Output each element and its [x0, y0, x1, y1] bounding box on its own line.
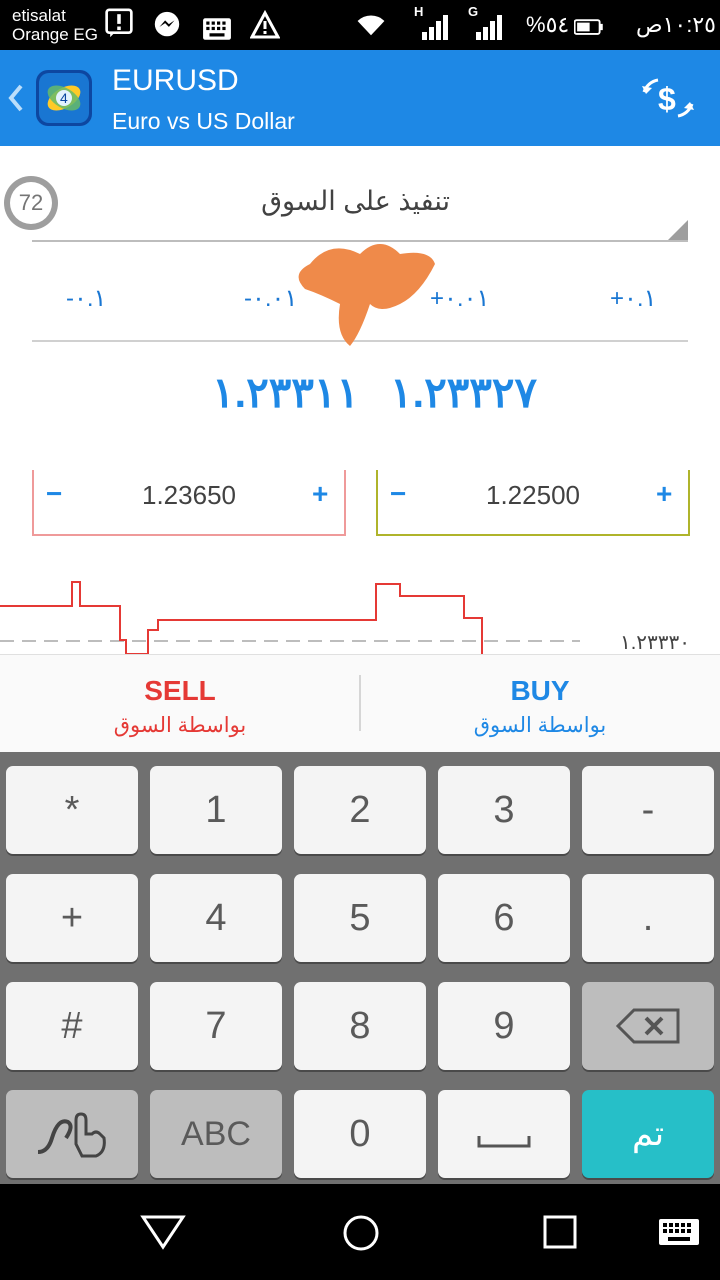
- key-8[interactable]: 8: [294, 982, 426, 1070]
- key-7[interactable]: 7: [150, 982, 282, 1070]
- handwriting-icon: [37, 1112, 106, 1158]
- key-space[interactable]: [438, 1090, 570, 1178]
- dollar-exchange-icon[interactable]: $: [640, 76, 696, 120]
- app-bar: 4 EURUSD Euro vs US Dollar $: [0, 50, 720, 146]
- stop-loss-plus-button[interactable]: +: [312, 478, 328, 510]
- dropdown-corner-icon: [668, 220, 688, 240]
- carrier-line1: etisalat: [12, 6, 66, 25]
- warning-icon: [250, 10, 280, 39]
- buy-label: BUY: [510, 675, 570, 706]
- sell-button[interactable]: SELL بواسطة السوق: [0, 655, 360, 753]
- signal-icon-2: [476, 15, 502, 40]
- volume-minus-big-button[interactable]: -٠.١: [66, 284, 106, 313]
- key-1[interactable]: 1: [150, 766, 282, 854]
- status-bar: etisalat Orange EG H G %٥٤ ١٠:٢٥ص: [0, 0, 720, 50]
- stop-loss-field: − 1.23650 +: [32, 470, 346, 536]
- key-backspace[interactable]: [582, 982, 714, 1070]
- buy-sub-label: بواسطة السوق: [473, 714, 607, 737]
- alert-icon: [105, 8, 133, 38]
- triangle-back-icon[interactable]: [140, 1214, 186, 1250]
- svg-text:$: $: [658, 81, 676, 117]
- take-profit-value[interactable]: 1.22500: [378, 480, 688, 511]
- price-chart: ١.٢٣٣٣٠: [0, 560, 720, 654]
- keyboard-status-icon: [203, 18, 231, 40]
- navigation-bar: [0, 1184, 720, 1280]
- backspace-icon: [615, 1008, 680, 1044]
- key-4[interactable]: 4: [150, 874, 282, 962]
- wifi-icon: [357, 15, 385, 36]
- order-type-select[interactable]: تنفيذ على السوق: [32, 182, 688, 242]
- carrier-line2: Orange EG: [12, 25, 98, 44]
- chart-price-label: ١.٢٣٣٣٠: [620, 632, 691, 654]
- price-line: [0, 581, 483, 654]
- stop-loss-value[interactable]: 1.23650: [34, 480, 344, 511]
- volume-plus-big-button[interactable]: +٠.١: [610, 284, 656, 313]
- take-profit-field: − 1.22500 +: [376, 470, 690, 536]
- key-9[interactable]: 9: [438, 982, 570, 1070]
- battery-icon: [574, 19, 603, 35]
- volume-plus-small-button[interactable]: +٠.٠١: [430, 284, 489, 313]
- circle-home-icon[interactable]: [342, 1214, 380, 1252]
- key-asterisk[interactable]: *: [6, 766, 138, 854]
- key-abc[interactable]: ABC: [150, 1090, 282, 1178]
- carrier-info: etisalat Orange EG: [12, 6, 98, 44]
- take-profit-plus-button[interactable]: +: [656, 478, 672, 510]
- key-hash[interactable]: #: [6, 982, 138, 1070]
- volume-stepper: -٠.١ -٠.٠١ +٠.٠١ +٠.١: [32, 244, 688, 346]
- battery-percent: %٥٤: [526, 12, 570, 37]
- key-6[interactable]: 6: [438, 874, 570, 962]
- scribble-overlay: [298, 244, 435, 346]
- keyboard-icon[interactable]: [658, 1218, 700, 1246]
- key-plus[interactable]: +: [6, 874, 138, 962]
- key-handwriting[interactable]: [6, 1090, 138, 1178]
- key-0[interactable]: 0: [294, 1090, 426, 1178]
- key-done[interactable]: تم: [582, 1090, 714, 1178]
- chart-svg: [0, 581, 580, 654]
- symbol-title: EURUSD: [112, 64, 239, 97]
- key-2[interactable]: 2: [294, 766, 426, 854]
- key-5[interactable]: 5: [294, 874, 426, 962]
- numeric-keyboard: * 1 2 3 - + 4 5 6 . # 7 8 9 ABC 0 تم: [0, 752, 720, 1184]
- key-minus[interactable]: -: [582, 766, 714, 854]
- metatrader-logo-icon[interactable]: 4: [34, 68, 94, 128]
- buy-button[interactable]: BUY بواسطة السوق: [360, 655, 720, 753]
- order-type-label: تنفيذ على السوق: [261, 186, 450, 216]
- svg-text:4: 4: [60, 90, 68, 106]
- signal-icon-1: [422, 15, 448, 40]
- trade-bar: SELL بواسطة السوق BUY بواسطة السوق: [0, 654, 720, 753]
- sell-label: SELL: [144, 675, 216, 706]
- sell-sub-label: بواسطة السوق: [113, 714, 247, 737]
- key-3[interactable]: 3: [438, 766, 570, 854]
- key-dot[interactable]: .: [582, 874, 714, 962]
- sell-price: ١.٢٣٣١١: [212, 369, 360, 416]
- messenger-icon: [154, 11, 180, 37]
- status-clock: ١٠:٢٥ص: [636, 12, 716, 37]
- symbol-subtitle: Euro vs US Dollar: [112, 108, 295, 134]
- square-recents-icon[interactable]: [542, 1214, 578, 1250]
- back-chevron-icon[interactable]: [6, 82, 26, 114]
- buy-price: ١.٢٣٣٢٧: [390, 369, 538, 416]
- space-bar-icon: [477, 1136, 531, 1148]
